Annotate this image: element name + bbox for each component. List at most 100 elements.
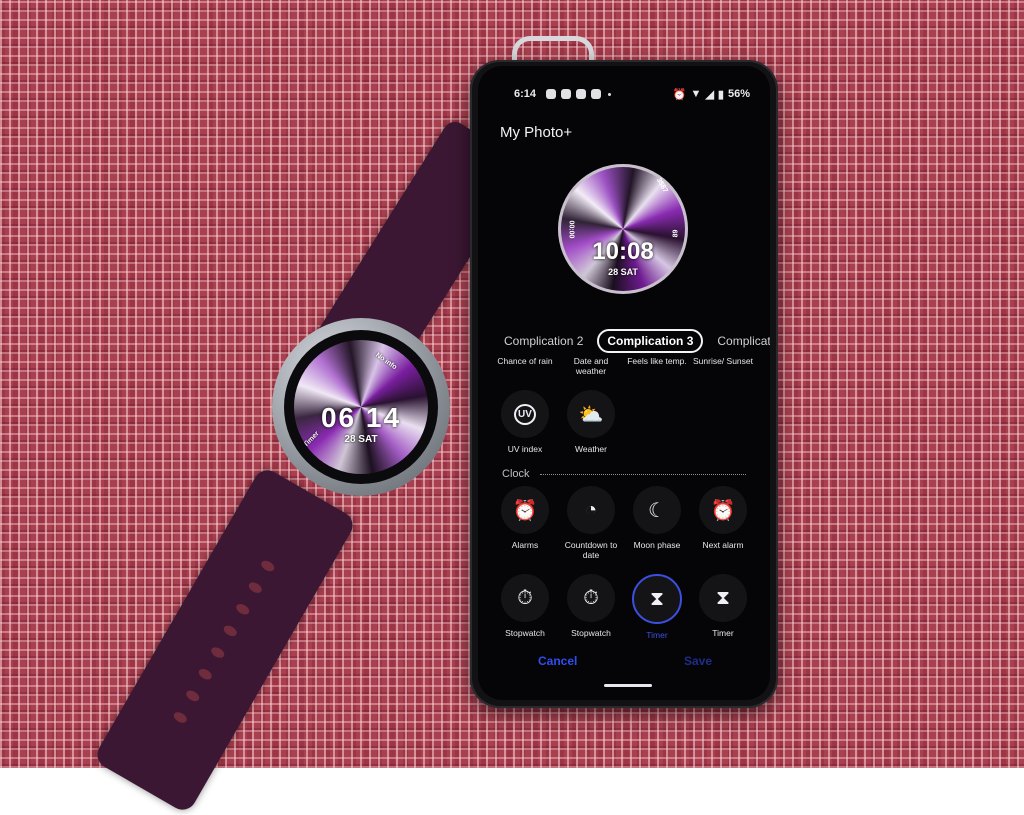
glyph: ☾ <box>648 499 666 522</box>
page-title: My Photo+ <box>500 124 573 141</box>
weather-labels-row: Chance of rain Date and weather Feels li… <box>492 356 760 376</box>
save-button[interactable]: Save <box>684 654 712 668</box>
glyph: ⏰ <box>512 499 538 522</box>
watch-face: No info Timer 06 14 28 SAT <box>294 340 428 474</box>
option-moon-phase[interactable]: ☾ Moon phase <box>624 486 690 560</box>
option-feels-like-temp[interactable]: Feels like temp. <box>624 356 690 376</box>
strap-hole <box>221 623 239 639</box>
signal-icon: ◢ <box>705 88 714 101</box>
footer-actions: Cancel Save <box>478 654 770 674</box>
option-next-alarm[interactable]: ⏰ Next alarm <box>690 486 756 560</box>
watchface-preview: 3587 00:00 89 10:08 28 SAT <box>558 164 688 294</box>
status-bar: 6:14 ⏰ ▼ ◢ ▮ 56% <box>514 86 750 102</box>
preview-complication-left: 00:00 <box>567 220 575 239</box>
tab-complication-4[interactable]: Complicat <box>711 330 770 352</box>
strap-hole <box>246 580 264 596</box>
glyph: ⧗ <box>649 587 665 610</box>
preview-date: 28 SAT <box>608 267 638 277</box>
section-title: Clock <box>502 468 530 480</box>
instagram-icon <box>546 89 557 99</box>
option-uv-index[interactable]: UV UV index <box>492 390 558 454</box>
option-sunrise-sunset[interactable]: Sunrise/ Sunset <box>690 356 756 376</box>
complication-tabs: Complication 2 Complication 3 Complicat <box>498 328 770 354</box>
stopwatch-outline-icon[interactable]: ⏱ <box>567 574 615 622</box>
hourglass-filled-icon[interactable]: ⧗ <box>699 574 747 622</box>
option-timer-selected[interactable]: ⧗ Timer <box>624 574 690 640</box>
watch-bezel: No info Timer 06 14 28 SAT <box>284 330 438 484</box>
tab-complication-2[interactable]: Complication 2 <box>498 330 589 352</box>
more-notifications-icon <box>608 92 612 96</box>
option-label: Sunrise/ Sunset <box>692 356 753 366</box>
strap-hole <box>209 645 227 660</box>
option-label: Timer <box>712 628 734 638</box>
preview-time: 10:08 <box>592 238 654 265</box>
option-label: UV index <box>507 444 543 454</box>
option-label: Moon phase <box>633 540 681 550</box>
section-divider <box>539 473 746 475</box>
weather-icon[interactable]: ⛅ <box>567 390 615 438</box>
battery-icon: ▮ <box>717 88 724 101</box>
clock-options-row: ⏰ Alarms ◔ Countdown to date ☾ Moon phas… <box>492 486 760 560</box>
option-label: Date and weather <box>573 356 609 376</box>
option-label: Chance of rain <box>497 356 553 366</box>
moon-icon[interactable]: ☾ <box>633 486 681 534</box>
glyph: ◔ <box>584 498 598 521</box>
alarm-clock-icon[interactable]: ⏰ <box>501 486 549 534</box>
weather-glyph: ⛅ <box>578 403 604 426</box>
alarm-icon: ⏰ <box>672 88 687 101</box>
section-header-clock: Clock <box>502 468 746 480</box>
home-gesture-bar[interactable] <box>604 684 652 687</box>
glyph: ⏰ <box>710 499 736 522</box>
preview-complication-top-right: 3587 <box>654 177 669 194</box>
glyph: ⧗ <box>715 586 731 609</box>
status-time: 6:14 <box>514 88 537 100</box>
option-label: Alarms <box>511 540 539 550</box>
option-label: Next alarm <box>702 540 744 550</box>
countdown-icon[interactable]: ◔ <box>567 486 615 534</box>
option-stopwatch-2[interactable]: ⏱ Stopwatch <box>558 574 624 640</box>
hourglass-icon[interactable]: ⧗ <box>632 574 682 624</box>
watch-date: 28 SAT <box>344 434 378 445</box>
timer-options-row: ⏱ Stopwatch ⏱ Stopwatch ⧗ Timer ⧗ Timer <box>492 574 760 640</box>
strap-hole <box>184 688 202 704</box>
option-label: Timer <box>646 630 668 640</box>
weather-options-row: UV UV index ⛅ Weather <box>492 390 760 454</box>
option-chance-of-rain[interactable]: Chance of rain <box>492 356 558 376</box>
option-label: Stopwatch <box>571 628 611 638</box>
next-alarm-icon[interactable]: ⏰ <box>699 486 747 534</box>
strap-hole <box>259 558 277 574</box>
app-icon <box>576 89 587 99</box>
preview-complication-right: 89 <box>672 229 680 238</box>
watch-minute: 14 <box>365 402 402 433</box>
option-label: Countdown to date <box>564 540 618 560</box>
pocket-icon <box>591 89 602 99</box>
stopwatch-filled-icon[interactable]: ⏱ <box>501 574 549 622</box>
option-alarms[interactable]: ⏰ Alarms <box>492 486 558 560</box>
option-weather[interactable]: ⛅ Weather <box>558 390 624 454</box>
option-label: Feels like temp. <box>627 356 687 366</box>
option-stopwatch-1[interactable]: ⏱ Stopwatch <box>492 574 558 640</box>
reddit-icon <box>561 89 572 99</box>
uv-index-icon[interactable]: UV <box>501 390 549 438</box>
smartwatch: No info Timer 06 14 28 SAT <box>272 318 450 496</box>
option-timer-2[interactable]: ⧗ Timer <box>690 574 756 640</box>
wifi-icon: ▼ <box>690 88 702 100</box>
option-countdown-to-date[interactable]: ◔ Countdown to date <box>558 486 624 560</box>
watch-time: 06 14 <box>294 402 428 434</box>
tab-complication-3[interactable]: Complication 3 <box>597 329 704 353</box>
strap-hole <box>196 666 214 682</box>
strap-hole <box>171 710 189 725</box>
option-label: Weather <box>575 444 607 454</box>
glyph: ⏱ <box>583 586 599 609</box>
watch-hour: 06 <box>320 402 357 433</box>
uv-glyph: UV <box>514 403 536 425</box>
phone: 6:14 ⏰ ▼ ◢ ▮ 56% My Photo+ 3587 00:00 89… <box>470 60 778 708</box>
watch-complication-top: No info <box>374 351 398 372</box>
option-label: Stopwatch <box>505 628 545 638</box>
phone-screen: 6:14 ⏰ ▼ ◢ ▮ 56% My Photo+ 3587 00:00 89… <box>478 66 770 700</box>
cancel-button[interactable]: Cancel <box>538 654 577 668</box>
glyph: ⏱ <box>517 586 533 609</box>
option-date-and-weather[interactable]: Date and weather <box>558 356 624 376</box>
battery-percent: 56% <box>727 88 750 100</box>
strap-hole <box>234 601 252 617</box>
